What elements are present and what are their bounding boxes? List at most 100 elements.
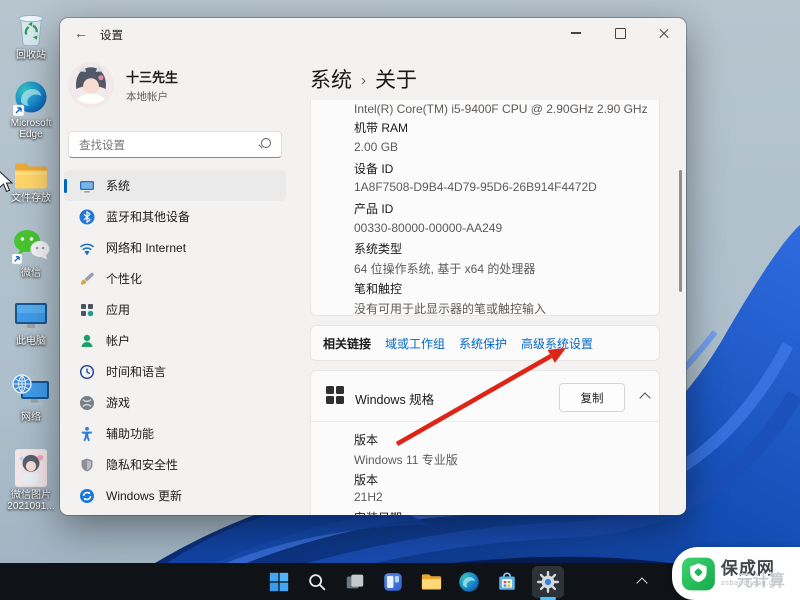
- nav-label: 时间和语言: [106, 363, 166, 380]
- link-domain-workgroup[interactable]: 域或工作组: [385, 335, 445, 352]
- taskbar-widgets-button[interactable]: [380, 569, 406, 595]
- processor-value: Intel(R) Core(TM) i5-9400F CPU @ 2.90GHz…: [354, 102, 648, 116]
- search-input[interactable]: [77, 133, 251, 158]
- related-links-card: 相关链接 域或工作组 系统保护 高级系统设置: [310, 325, 660, 361]
- nav-label: Windows 更新: [106, 487, 182, 504]
- related-links-title: 相关链接: [323, 335, 371, 352]
- back-button[interactable]: ←: [68, 21, 94, 45]
- nav-item-apps[interactable]: 应用: [64, 294, 286, 325]
- taskbar-file-explorer-button[interactable]: [418, 569, 444, 595]
- settings-search[interactable]: [68, 131, 282, 158]
- spec-label: 机带 RAM: [354, 119, 408, 136]
- windows-spec-title: Windows 规格: [355, 389, 434, 408]
- taskbar-search-button[interactable]: [304, 569, 330, 595]
- desktop-screen: 回收站 Microsoft Edge 文件存放: [0, 0, 800, 600]
- spec-label: 产品 ID: [354, 200, 393, 217]
- nav-label: 网络和 Internet: [106, 239, 186, 256]
- chevron-up-icon[interactable]: [639, 392, 650, 403]
- desktop-icon-label: 此电脑: [16, 336, 46, 347]
- nav-label: 帐户: [106, 332, 130, 349]
- nav-item-bluetooth-devices[interactable]: 蓝牙和其他设备: [64, 201, 286, 232]
- update-icon: [79, 488, 95, 504]
- tray-chevron-icon[interactable]: [636, 577, 647, 588]
- store-icon: [496, 571, 518, 593]
- search-icon[interactable]: [261, 138, 271, 148]
- taskbar-settings-button[interactable]: [532, 566, 564, 598]
- spec-label: 设备 ID: [354, 160, 393, 177]
- desktop-icon-label: 微信: [21, 268, 41, 279]
- breadcrumb-system[interactable]: 系统: [310, 64, 352, 94]
- spec-value: 没有可用于此显示器的笔或触控输入: [354, 300, 546, 317]
- spec-value: Windows 11 专业版: [354, 451, 458, 468]
- nav-item-personalization[interactable]: 个性化: [64, 263, 286, 294]
- file-explorer-icon: [420, 570, 443, 593]
- desktop-icon-label: Microsoft Edge: [2, 118, 60, 140]
- windows-spec-card: Windows 规格 复制 版本 Windows 11 专业版 版本 21H2 …: [310, 370, 660, 515]
- titlebar[interactable]: ← 设置: [60, 18, 686, 48]
- taskbar-start-button[interactable]: [266, 569, 292, 595]
- settings-window: ← 设置 十三先生 本地帐户: [60, 18, 686, 515]
- desktop-icon-label: 微信图片 2021091...: [2, 490, 60, 512]
- nav-item-system[interactable]: 系统: [64, 170, 286, 201]
- recycle-bin-icon: [14, 8, 48, 48]
- task-view-icon: [344, 571, 366, 593]
- nav-label: 应用: [106, 301, 130, 318]
- nav-item-time-language[interactable]: 时间和语言: [64, 356, 286, 387]
- account-type: 本地帐户: [126, 89, 178, 104]
- link-advanced-system-settings[interactable]: 高级系统设置: [521, 335, 593, 352]
- desktop-icon-label: 网络: [21, 412, 41, 423]
- close-icon: [659, 28, 670, 39]
- desktop-icon-wechat[interactable]: 微信: [2, 228, 60, 279]
- maximize-button[interactable]: [598, 18, 642, 48]
- desktop-icon-network[interactable]: 网络: [2, 372, 60, 423]
- windows-spec-icon: [326, 386, 344, 404]
- widgets-icon: [382, 571, 404, 593]
- minimize-button[interactable]: [554, 18, 598, 48]
- nav-item-windows-update[interactable]: Windows 更新: [64, 480, 286, 511]
- spec-value: 21H2: [354, 490, 383, 504]
- edge-icon: [13, 80, 49, 116]
- spec-label: 安装日期: [354, 509, 402, 515]
- spec-value: 2.00 GB: [354, 140, 398, 154]
- nav-item-accessibility[interactable]: 辅助功能: [64, 418, 286, 449]
- desktop-icon-recycle-bin[interactable]: 回收站: [2, 8, 60, 61]
- nav-label: 系统: [106, 177, 130, 194]
- watermark-overlay-text: 元计算: [737, 567, 785, 591]
- copy-button[interactable]: 复制: [559, 383, 625, 412]
- nav-item-privacy-security[interactable]: 隐私和安全性: [64, 449, 286, 480]
- device-spec-card: Intel(R) Core(TM) i5-9400F CPU @ 2.90GHz…: [310, 100, 660, 316]
- close-button[interactable]: [642, 18, 686, 48]
- taskbar-task-view-button[interactable]: [342, 569, 368, 595]
- desktop-icon-microsoft-edge[interactable]: Microsoft Edge: [2, 80, 60, 140]
- link-system-protection[interactable]: 系统保护: [459, 335, 507, 352]
- watermark-shield-logo: [682, 557, 715, 591]
- mouse-cursor: [0, 170, 13, 194]
- image-thumbnail: [15, 448, 47, 488]
- desktop-icon-label: 文件存放: [11, 193, 51, 204]
- spec-label: 版本: [354, 431, 378, 448]
- desktop-icon-label: 回收站: [16, 50, 46, 61]
- settings-gear-icon: [536, 570, 560, 594]
- avatar: [68, 62, 114, 108]
- taskbar-edge-button[interactable]: [456, 569, 482, 595]
- spec-value: 00330-80000-00000-AA249: [354, 221, 502, 235]
- active-app-indicator: [540, 597, 556, 600]
- nav-item-gaming[interactable]: 游戏: [64, 387, 286, 418]
- window-title: 设置: [100, 27, 123, 43]
- desktop-icon-wechat-image[interactable]: 微信图片 2021091...: [2, 448, 60, 512]
- nav-label: 蓝牙和其他设备: [106, 208, 190, 225]
- search-icon: [306, 571, 328, 593]
- scrollbar-thumb[interactable]: [679, 170, 682, 292]
- apps-icon: [79, 302, 95, 318]
- windows-start-icon: [268, 571, 290, 593]
- nav-label: 隐私和安全性: [106, 456, 178, 473]
- spec-value: 1A8F7508-D9B4-4D79-95D6-26B914F4472D: [354, 180, 597, 194]
- nav-item-network-internet[interactable]: 网络和 Internet: [64, 232, 286, 263]
- clock-icon: [79, 364, 95, 380]
- taskbar-store-button[interactable]: [494, 569, 520, 595]
- user-profile[interactable]: 十三先生 本地帐户: [68, 62, 178, 108]
- shield-icon: [79, 457, 95, 473]
- nav-item-accounts[interactable]: 帐户: [64, 325, 286, 356]
- desktop-icon-this-pc[interactable]: 此电脑: [2, 300, 60, 347]
- nav-label: 游戏: [106, 394, 130, 411]
